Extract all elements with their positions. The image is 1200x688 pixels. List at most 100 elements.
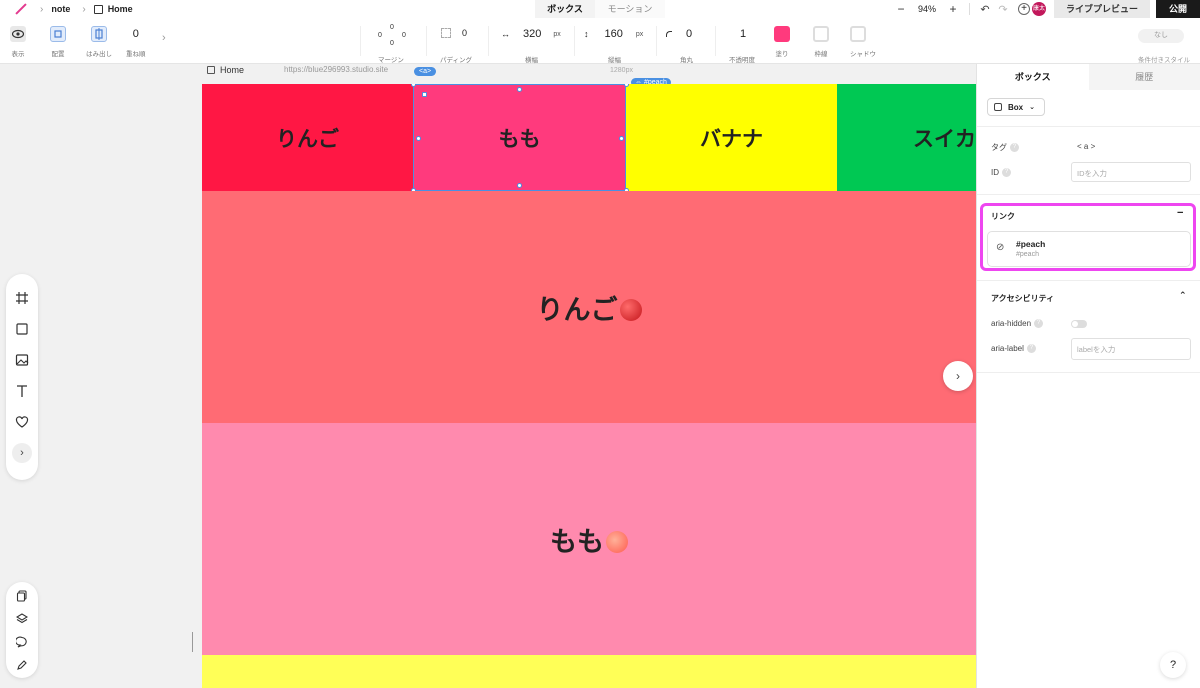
insert-tools: › — [6, 274, 38, 480]
border-tool[interactable]: 枠線 — [813, 26, 829, 58]
margin-top[interactable]: 0 — [390, 24, 394, 31]
open-panel-button[interactable]: › — [943, 361, 973, 391]
divider — [977, 280, 1200, 281]
zoom-in-button[interactable]: + — [943, 2, 963, 16]
expand-tools-button[interactable]: › — [6, 437, 38, 468]
collapse-link-button[interactable]: − — [1177, 207, 1183, 219]
add-collaborator-icon[interactable]: + — [1018, 3, 1030, 15]
height-arrow-icon: ↕ — [584, 29, 589, 39]
opacity-control[interactable]: 1 — [740, 28, 746, 40]
margin-right[interactable]: 0 — [402, 32, 406, 39]
zoom-out-button[interactable]: − — [891, 2, 911, 16]
tab-box[interactable]: ボックス — [977, 64, 1089, 90]
divider — [977, 126, 1200, 127]
studio-logo-icon[interactable] — [15, 3, 27, 15]
selection-handle[interactable] — [517, 87, 522, 92]
pages-icon[interactable] — [6, 584, 38, 607]
section-title: もも — [550, 526, 604, 557]
publish-button[interactable]: 公開 — [1156, 0, 1200, 18]
margin-control[interactable]: 0 0 0 0 — [376, 24, 408, 50]
link-target-card[interactable]: ⊘ #peach #peach — [987, 231, 1191, 267]
border-swatch[interactable] — [813, 26, 829, 42]
zindex-value[interactable]: 0 — [126, 26, 146, 42]
margin-left[interactable]: 0 — [378, 32, 382, 39]
width-unit[interactable]: px — [553, 31, 560, 38]
id-label: ID — [991, 168, 999, 177]
aria-label-row: aria-label? — [991, 344, 1036, 354]
section-banana[interactable] — [202, 655, 976, 688]
zoom-level[interactable]: 94% — [911, 4, 943, 14]
resize-handle[interactable] — [192, 632, 193, 652]
id-input[interactable]: IDを入力 — [1071, 162, 1191, 182]
aria-label-input[interactable]: labelを入力 — [1071, 338, 1191, 360]
canvas[interactable]: りんご もも バナナ スイカ りんご もも — [202, 84, 976, 688]
tab-history[interactable]: 履歴 — [1088, 64, 1200, 90]
comment-icon[interactable] — [6, 630, 38, 653]
avatar[interactable]: 康太 — [1032, 2, 1046, 16]
breadcrumb-project[interactable]: note — [51, 4, 70, 14]
help-icon[interactable]: ? — [1034, 319, 1044, 329]
box-tool-icon[interactable] — [6, 313, 38, 344]
image-tool-icon[interactable] — [6, 344, 38, 375]
view-tool[interactable]: 表示 — [10, 26, 26, 58]
live-preview-button[interactable]: ライブプレビュー — [1054, 0, 1150, 18]
conditional-style-select[interactable]: なし — [1138, 29, 1184, 43]
zindex-tool[interactable]: 0 重ね順 — [126, 26, 146, 58]
nav-item-watermelon[interactable]: スイカ — [837, 84, 976, 191]
padding-control[interactable]: 0 — [441, 28, 467, 38]
edit-icon[interactable] — [6, 653, 38, 676]
height-control[interactable]: ↕ 160 px — [584, 28, 643, 40]
selection-handle[interactable] — [422, 92, 427, 97]
shadow-tool[interactable]: シャドウ — [850, 26, 876, 58]
fill-swatch[interactable] — [774, 26, 790, 42]
nav-item-apple[interactable]: りんご — [202, 84, 413, 191]
breadcrumb-page[interactable]: Home — [108, 4, 133, 14]
canvas-page-name[interactable]: Home — [220, 65, 244, 75]
chevron-up-icon[interactable]: ⌃ — [1179, 290, 1187, 301]
layers-icon[interactable] — [6, 607, 38, 630]
heart-icon[interactable] — [6, 406, 38, 437]
height-label: 縦幅 — [608, 57, 621, 64]
tab-box[interactable]: ボックス — [535, 0, 595, 18]
chevron-right-icon[interactable]: › — [162, 32, 166, 44]
section-apple[interactable]: りんご — [202, 191, 976, 423]
padding-value[interactable]: 0 — [462, 28, 467, 38]
chevron-right-icon: › — [82, 3, 86, 15]
aria-hidden-toggle[interactable] — [1071, 320, 1087, 328]
height-value[interactable]: 160 — [605, 28, 623, 40]
help-icon[interactable]: ? — [1026, 344, 1036, 354]
fill-tool[interactable]: 塗り — [774, 26, 790, 58]
redo-icon[interactable]: ↷ — [994, 3, 1012, 16]
aria-label-label: aria-label — [991, 344, 1024, 353]
width-control[interactable]: ↔ 320 px — [501, 28, 561, 40]
text-tool-icon[interactable] — [6, 375, 38, 406]
undo-icon[interactable]: ↶ — [976, 3, 994, 16]
nav-item-banana[interactable]: バナナ — [626, 84, 837, 191]
overflow-tool[interactable]: はみ出し — [86, 26, 112, 58]
section-peach[interactable]: もも — [202, 423, 976, 655]
help-button[interactable]: ? — [1160, 652, 1186, 678]
shadow-swatch[interactable] — [850, 26, 866, 42]
tag-value[interactable]: < a > — [1077, 142, 1095, 151]
width-value[interactable]: 320 — [523, 28, 541, 40]
help-icon[interactable]: ? — [1010, 143, 1019, 153]
radius-value[interactable]: 0 — [686, 28, 692, 40]
element-type-select[interactable]: Box ⌄ — [987, 98, 1045, 116]
chevron-right-icon: › — [956, 369, 960, 383]
selection-handle[interactable] — [517, 183, 522, 188]
selection-handle[interactable] — [619, 136, 624, 141]
shadow-label: シャドウ — [850, 51, 876, 58]
radius-control[interactable]: 0 — [666, 28, 692, 40]
tab-motion[interactable]: モーション — [595, 0, 665, 18]
layout-tool[interactable]: 配置 — [50, 26, 66, 58]
height-unit[interactable]: px — [636, 31, 643, 38]
help-icon[interactable]: ? — [1002, 168, 1011, 178]
nav-item-peach[interactable]: もも — [413, 84, 626, 191]
opacity-label: 不透明度 — [729, 57, 755, 64]
frame-tool-icon[interactable] — [6, 282, 38, 313]
page-icon — [93, 4, 103, 14]
canvas-url[interactable]: https://blue296993.studio.site — [284, 65, 388, 74]
margin-bottom[interactable]: 0 — [390, 40, 394, 47]
opacity-value[interactable]: 1 — [740, 28, 746, 40]
selection-handle[interactable] — [416, 136, 421, 141]
